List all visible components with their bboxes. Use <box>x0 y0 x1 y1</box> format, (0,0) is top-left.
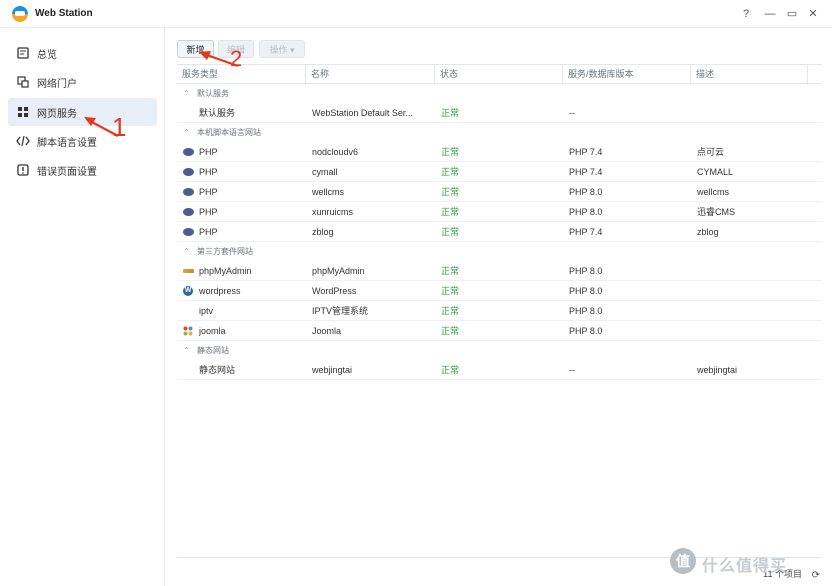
watermark-text: 什么值得买 <box>702 558 788 575</box>
php-icon <box>183 208 194 216</box>
overview-icon <box>16 46 30 60</box>
table-row[interactable]: PHP nodcloudv6 正常 PHP 7.4 点可云 <box>177 142 822 162</box>
table-row[interactable]: PHP cymall 正常 PHP 7.4 CYMALL <box>177 162 822 182</box>
php-icon <box>183 148 194 156</box>
sidebar-item-error-page[interactable]: 错误页面设置 <box>8 156 157 184</box>
grid-icon <box>16 105 30 119</box>
sidebar-item-label: 脚本语言设置 <box>37 137 97 149</box>
help-icon[interactable]: ? <box>738 6 754 22</box>
joomla-icon <box>183 326 193 336</box>
group-header-local-script[interactable]: ⌃ 本机脚本语言网站 <box>177 123 822 142</box>
table-row[interactable]: PHP zblog 正常 PHP 7.4 zblog <box>177 222 822 242</box>
wordpress-icon: W <box>183 286 193 296</box>
column-header-name[interactable]: 名称 <box>306 65 435 85</box>
php-icon <box>183 188 194 196</box>
group-header-default[interactable]: ⌃ 默认服务 <box>177 84 822 103</box>
web-station-app-icon <box>12 6 28 22</box>
table-row[interactable]: joomla Joomla 正常 PHP 8.0 <box>177 321 822 341</box>
sidebar-item-portal[interactable]: 网络门户 <box>8 68 157 96</box>
table-row[interactable]: 默认服务 WebStation Default Ser... 正常 -- <box>177 103 822 123</box>
close-icon[interactable]: ✕ <box>805 6 821 22</box>
sidebar-item-overview[interactable]: 总览 <box>8 39 157 67</box>
title-bar: Web Station ? — ▭ ✕ <box>0 0 832 28</box>
window-title: Web Station <box>35 8 93 19</box>
main-panel: 新增 编辑 操作 ▾ 服务类型 名称 状态 服务/数据库版本 描述 ⌃ 默认服务 … <box>165 28 832 586</box>
group-header-static[interactable]: ⌃ 静态网站 <box>177 341 822 360</box>
sidebar-item-label: 网络门户 <box>37 78 77 90</box>
services-table: 服务类型 名称 状态 服务/数据库版本 描述 ⌃ 默认服务 默认服务 WebSta… <box>177 64 822 586</box>
sidebar-item-label: 错误页面设置 <box>37 166 97 178</box>
watermark-logo: 值 <box>670 548 696 574</box>
new-button[interactable]: 新增 <box>177 40 214 58</box>
php-icon <box>183 168 194 176</box>
table-row[interactable]: phpMyAdmin phpMyAdmin 正常 PHP 8.0 <box>177 261 822 281</box>
sidebar: 总览 网络门户 网页服务 脚本语言设置 错误页面设置 <box>0 28 165 586</box>
maximize-icon[interactable]: ▭ <box>784 6 800 22</box>
column-header-version[interactable]: 服务/数据库版本 <box>563 65 691 85</box>
edit-button[interactable]: 编辑 <box>218 40 254 58</box>
table-row[interactable]: PHP wellcms 正常 PHP 8.0 wellcms <box>177 182 822 202</box>
column-header-status[interactable]: 状态 <box>435 65 563 85</box>
actions-dropdown[interactable]: 操作 ▾ <box>259 40 305 58</box>
portal-icon <box>16 75 30 89</box>
column-header-type[interactable]: 服务类型 <box>177 65 306 85</box>
code-icon <box>16 134 30 148</box>
table-row[interactable]: iptv IPTV管理系统 正常 PHP 8.0 <box>177 301 822 321</box>
php-icon <box>183 228 194 236</box>
watermark: 值 什么值得买 <box>670 548 830 576</box>
table-row[interactable]: W wordpress WordPress 正常 PHP 8.0 <box>177 281 822 301</box>
sidebar-item-script-language[interactable]: 脚本语言设置 <box>8 127 157 155</box>
table-row[interactable]: PHP xunruicms 正常 PHP 8.0 迅睿CMS <box>177 202 822 222</box>
column-header-description[interactable]: 描述 <box>691 65 808 85</box>
group-header-third-party[interactable]: ⌃ 第三方套件网站 <box>177 242 822 261</box>
phpmyadmin-icon <box>183 269 194 273</box>
error-icon <box>16 163 30 177</box>
sidebar-item-label: 总览 <box>37 49 57 61</box>
table-header: 服务类型 名称 状态 服务/数据库版本 描述 <box>177 64 822 85</box>
minimize-icon[interactable]: — <box>762 6 778 22</box>
table-row[interactable]: 静态网站 webjingtai 正常 -- webjingtai <box>177 360 822 380</box>
sidebar-item-label: 网页服务 <box>37 108 77 120</box>
sidebar-item-web-service[interactable]: 网页服务 <box>8 98 157 126</box>
